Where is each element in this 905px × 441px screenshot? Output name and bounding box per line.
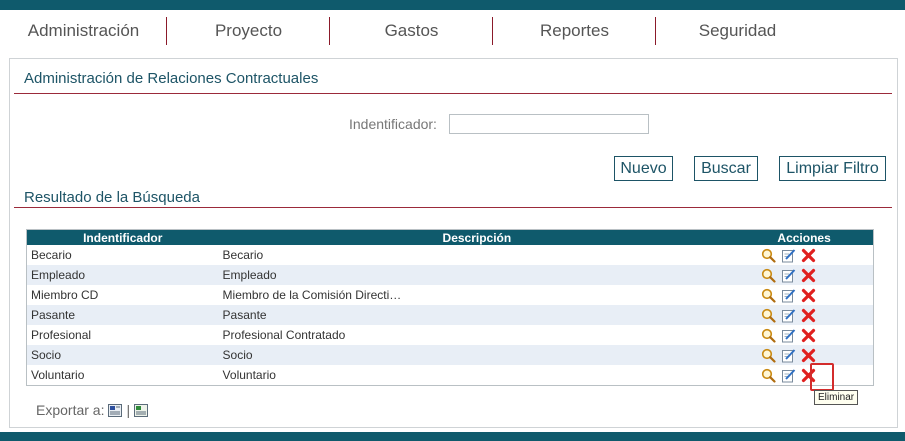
results-divider (14, 207, 892, 208)
content-panel: Administración de Relaciones Contractual… (9, 58, 898, 428)
table-row: Socio Socio (26, 345, 874, 365)
cell-acciones (735, 245, 873, 265)
delete-highlight (810, 363, 834, 391)
cell-descripcion: Voluntario (222, 368, 276, 382)
delete-icon[interactable] (801, 288, 816, 303)
export-pdf-icon[interactable] (108, 403, 123, 417)
nav-item-administracion[interactable]: Administración (0, 10, 167, 52)
edit-icon[interactable] (781, 368, 796, 383)
magnifier-icon[interactable] (761, 268, 776, 283)
magnifier-icon[interactable] (761, 328, 776, 343)
edit-icon[interactable] (781, 288, 796, 303)
delete-icon[interactable] (801, 248, 816, 263)
cell-descripcion: Empleado (218, 265, 736, 285)
nav-label: Administración (27, 21, 140, 40)
row-actions (739, 268, 873, 283)
edit-icon[interactable] (781, 248, 796, 263)
cell-acciones (735, 325, 873, 345)
cell-descripcion: Pasante (218, 305, 736, 325)
cell-descripcion: Becario (222, 248, 264, 262)
header-descripcion[interactable]: Descripción (218, 229, 736, 245)
cell-acciones (735, 265, 874, 285)
cell-identificador: Becario (31, 248, 72, 262)
table-row: Profesional Profesional Contratado (27, 325, 874, 345)
table-row: Becario Becario (27, 245, 874, 265)
cell-identificador: Empleado (26, 265, 219, 285)
header-acciones: Acciones (735, 229, 874, 245)
nav-item-gastos[interactable]: Gastos (330, 10, 493, 52)
magnifier-icon[interactable] (761, 348, 776, 363)
clear-filter-button[interactable]: Limpiar Filtro (779, 156, 886, 181)
bottom-bar (0, 432, 905, 441)
export-excel-icon[interactable] (134, 403, 149, 417)
identificador-input[interactable] (449, 114, 649, 134)
table-row: Voluntario Voluntario (27, 365, 874, 386)
nav-item-reportes[interactable]: Reportes (493, 10, 656, 52)
edit-icon[interactable] (781, 328, 796, 343)
row-actions (739, 328, 873, 343)
edit-icon[interactable] (781, 308, 796, 323)
cell-descripcion: Socio (218, 345, 736, 365)
top-bar (0, 0, 905, 10)
magnifier-icon[interactable] (761, 308, 776, 323)
row-actions (739, 308, 873, 323)
magnifier-icon[interactable] (761, 248, 776, 263)
results-title: Resultado de la Búsqueda (24, 189, 200, 206)
nav-label: Reportes (540, 21, 609, 40)
export-separator: | (126, 402, 131, 418)
results-table: Indentificador Descripción Acciones Beca… (26, 229, 874, 386)
magnifier-icon[interactable] (761, 368, 776, 383)
delete-icon[interactable] (801, 308, 816, 323)
new-button[interactable]: Nuevo (614, 156, 673, 181)
table-header-row: Indentificador Descripción Acciones (26, 229, 874, 245)
main-nav: Administración Proyecto Gastos Reportes … (0, 10, 905, 52)
cell-identificador: Miembro CD (31, 288, 99, 302)
page-title: Administración de Relaciones Contractual… (24, 70, 319, 87)
delete-icon[interactable] (801, 268, 816, 283)
row-actions (739, 368, 873, 383)
delete-icon[interactable] (801, 328, 816, 343)
title-divider (14, 93, 892, 94)
cell-identificador: Socio (26, 345, 219, 365)
cell-identificador: Pasante (26, 305, 219, 325)
nav-label: Gastos (384, 21, 439, 40)
export-bar: Exportar a: | (36, 402, 149, 418)
edit-icon[interactable] (781, 348, 796, 363)
row-actions (739, 248, 873, 263)
nav-label: Proyecto (214, 21, 283, 40)
cell-identificador: Voluntario (31, 368, 85, 382)
edit-icon[interactable] (781, 268, 796, 283)
header-identificador[interactable]: Indentificador (26, 229, 219, 245)
cell-acciones (735, 345, 874, 365)
export-label: Exportar a: (36, 402, 105, 418)
table-row: Empleado Empleado (26, 265, 874, 285)
row-actions (739, 348, 873, 363)
cell-descripcion: Profesional Contratado (222, 328, 346, 342)
search-button[interactable]: Buscar (694, 156, 758, 181)
magnifier-icon[interactable] (761, 288, 776, 303)
identificador-label: Indentificador: (349, 116, 437, 132)
cell-acciones (735, 285, 873, 305)
cell-descripcion: Miembro de la Comisión Directi… (222, 288, 402, 302)
table-row: Pasante Pasante (26, 305, 874, 325)
cell-identificador: Profesional (31, 328, 92, 342)
table-row: Miembro CD Miembro de la Comisión Directi… (27, 285, 874, 305)
cell-acciones (735, 305, 874, 325)
delete-tooltip: Eliminar (814, 390, 859, 405)
cell-acciones (735, 365, 873, 386)
nav-item-seguridad[interactable]: Seguridad (656, 10, 819, 52)
row-actions (739, 288, 873, 303)
nav-item-proyecto[interactable]: Proyecto (167, 10, 330, 52)
nav-label: Seguridad (698, 21, 777, 40)
delete-icon[interactable] (801, 348, 816, 363)
